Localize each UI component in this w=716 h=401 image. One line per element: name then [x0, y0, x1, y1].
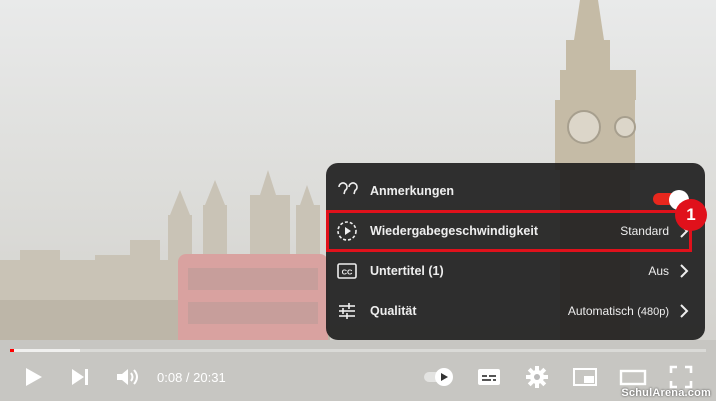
chevron-right-icon [680, 304, 689, 318]
menu-item-label: Anmerkungen [370, 184, 455, 198]
play-icon[interactable] [19, 363, 47, 391]
menu-item-label: Untertitel (1) [370, 264, 444, 278]
menu-item-subtitles[interactable]: CC Untertitel (1) Aus [326, 251, 705, 291]
progress-bar[interactable] [10, 349, 706, 352]
menu-item-value: Automatisch (480p) [568, 304, 669, 318]
settings-gear-icon[interactable] [523, 363, 551, 391]
time-display: 0:08 / 20:31 [157, 370, 226, 385]
miniplayer-icon[interactable] [571, 363, 599, 391]
quality-value: Automatisch [567, 304, 634, 318]
menu-item-annotations[interactable]: Anmerkungen [326, 171, 705, 211]
autoplay-toggle-icon[interactable] [422, 363, 458, 391]
callout-badge: 1 [675, 199, 707, 231]
next-icon[interactable] [66, 363, 94, 391]
video-player[interactable]: Anmerkungen Wiedergabegeschwindigkeit St… [0, 0, 716, 401]
annotations-icon [338, 182, 358, 195]
player-controls: 0:08 / 20:31 [0, 355, 716, 401]
quality-icon [339, 303, 355, 319]
svg-text:CC: CC [342, 268, 353, 277]
quality-detail: (480p) [637, 306, 669, 318]
chevron-right-icon [680, 264, 689, 278]
subtitles-icon: CC [337, 263, 357, 279]
highlight-box [326, 210, 692, 252]
menu-item-quality[interactable]: Qualität Automatisch (480p) [326, 291, 705, 331]
subtitles-button-icon[interactable] [475, 363, 503, 391]
progress-played [10, 349, 14, 352]
watermark: SchulArena.com [621, 387, 711, 399]
progress-buffered [10, 349, 80, 352]
menu-item-label: Qualität [370, 304, 417, 318]
volume-icon[interactable] [113, 363, 141, 391]
menu-item-value: Aus [648, 264, 669, 278]
